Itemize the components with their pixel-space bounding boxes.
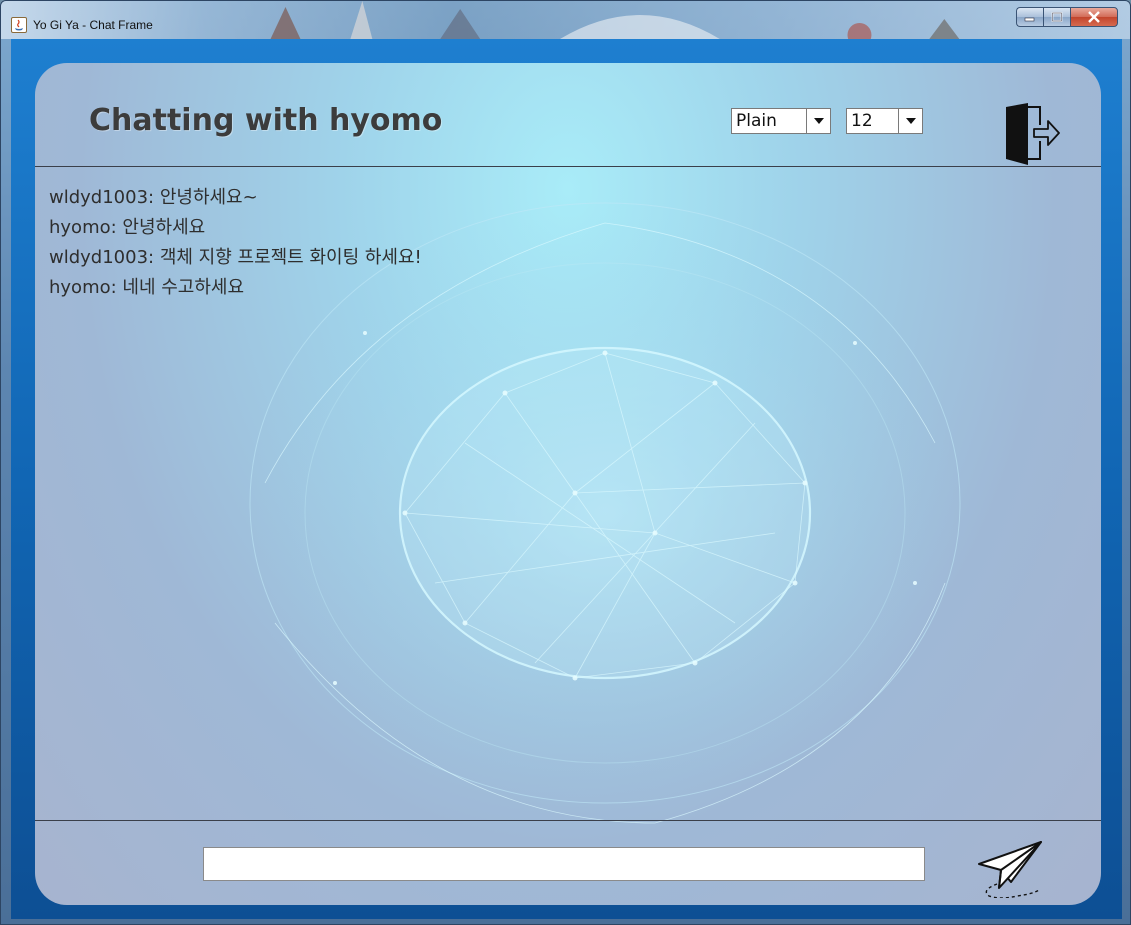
- minimize-button[interactable]: [1016, 7, 1043, 27]
- exit-button[interactable]: [998, 103, 1060, 165]
- chevron-down-icon[interactable]: [898, 109, 922, 133]
- paper-plane-icon: [978, 841, 1042, 899]
- java-icon[interactable]: [11, 17, 27, 33]
- exit-door-icon: [1006, 103, 1060, 165]
- send-button[interactable]: [971, 838, 1047, 899]
- font-size-select[interactable]: 12: [846, 108, 923, 134]
- message-item: hyomo: 네네 수고하세요: [49, 277, 245, 298]
- title-bar[interactable]: Yo Gi Ya - Chat Frame: [1, 1, 1130, 39]
- chevron-down-icon[interactable]: [806, 109, 830, 133]
- composer-divider: [35, 820, 1101, 821]
- message-list: wldyd1003: 안녕하세요~ hyomo: 안녕하세요 wldyd1003…: [49, 183, 422, 303]
- message-item: wldyd1003: 안녕하세요~: [49, 187, 258, 208]
- message-item: hyomo: 안녕하세요: [49, 217, 206, 238]
- close-button[interactable]: [1070, 7, 1118, 27]
- window-controls: [1016, 7, 1118, 27]
- font-size-value: 12: [851, 111, 873, 131]
- chat-panel: Chatting with hyomo Plain 12 wldyd1003: …: [35, 63, 1101, 905]
- message-input[interactable]: [203, 847, 925, 881]
- font-style-value: Plain: [736, 111, 777, 131]
- header-divider: [35, 166, 1101, 167]
- window-title: Yo Gi Ya - Chat Frame: [33, 18, 153, 32]
- font-style-select[interactable]: Plain: [731, 108, 831, 134]
- minimize-icon: [1024, 17, 1035, 22]
- message-item: wldyd1003: 객체 지향 프로젝트 화이팅 하세요!: [49, 247, 422, 268]
- maximize-icon: [1051, 12, 1063, 22]
- close-icon: [1088, 11, 1100, 23]
- chat-window: Yo Gi Ya - Chat Frame Chatting with hyom…: [0, 0, 1131, 925]
- titlebar-background-art: [270, 1, 960, 39]
- chat-title: Chatting with hyomo: [89, 103, 443, 138]
- client-area: Chatting with hyomo Plain 12 wldyd1003: …: [11, 39, 1122, 919]
- maximize-button[interactable]: [1043, 7, 1070, 27]
